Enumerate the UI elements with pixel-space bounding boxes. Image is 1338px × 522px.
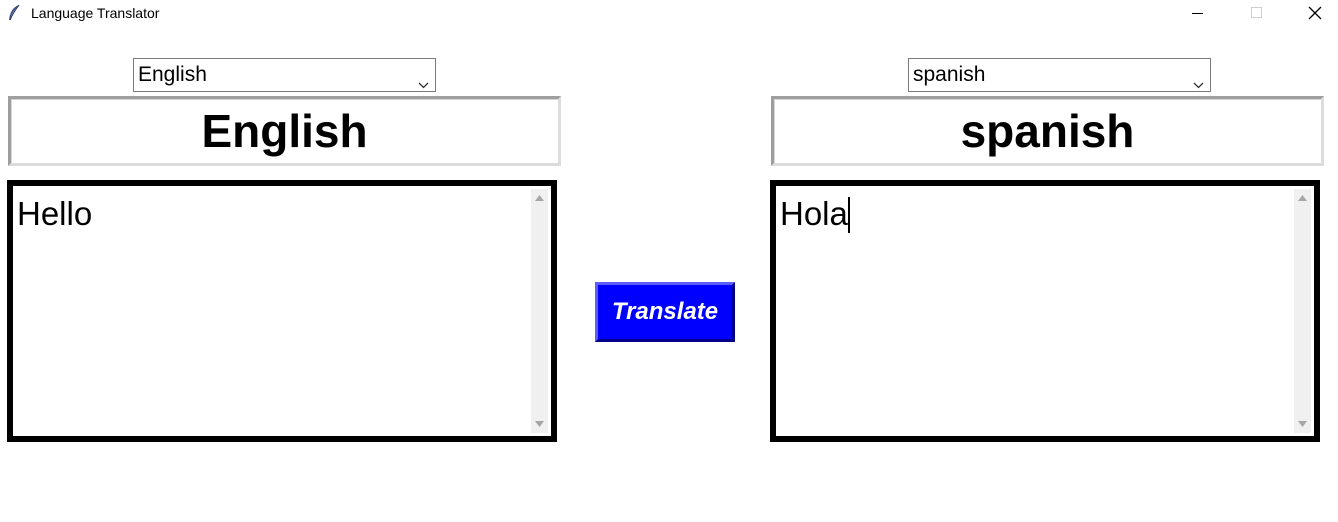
text-caret bbox=[847, 197, 850, 233]
close-icon bbox=[1308, 6, 1322, 20]
minimize-button[interactable] bbox=[1175, 0, 1221, 30]
scroll-down-icon[interactable] bbox=[535, 421, 544, 427]
target-text-wrapper: Hola bbox=[780, 194, 850, 234]
scroll-down-icon[interactable] bbox=[1298, 421, 1307, 427]
target-language-select[interactable]: spanish bbox=[908, 58, 1211, 92]
translate-button[interactable]: Translate bbox=[595, 282, 735, 342]
target-text: Hola bbox=[780, 195, 848, 232]
maximize-button[interactable] bbox=[1233, 0, 1279, 30]
source-language-value: English bbox=[138, 63, 207, 86]
chevron-down-icon bbox=[418, 71, 429, 95]
maximize-icon bbox=[1251, 7, 1262, 18]
source-language-select[interactable]: English bbox=[133, 58, 436, 92]
source-language-label: English bbox=[8, 96, 561, 166]
target-language-label: spanish bbox=[771, 96, 1324, 166]
source-text: Hello bbox=[17, 195, 93, 232]
scroll-up-icon[interactable] bbox=[1298, 195, 1307, 201]
source-scrollbar[interactable] bbox=[531, 189, 548, 433]
minimize-icon bbox=[1192, 13, 1203, 14]
chevron-down-icon bbox=[1193, 71, 1204, 95]
source-text-area[interactable]: Hello bbox=[7, 180, 557, 442]
feather-icon bbox=[7, 4, 21, 22]
title-bar: Language Translator bbox=[0, 0, 1338, 30]
scroll-up-icon[interactable] bbox=[535, 195, 544, 201]
close-button[interactable] bbox=[1292, 0, 1338, 30]
window-title: Language Translator bbox=[31, 5, 160, 21]
target-language-value: spanish bbox=[913, 63, 986, 86]
target-scrollbar[interactable] bbox=[1294, 189, 1311, 433]
target-text-area[interactable]: Hola bbox=[770, 180, 1320, 442]
